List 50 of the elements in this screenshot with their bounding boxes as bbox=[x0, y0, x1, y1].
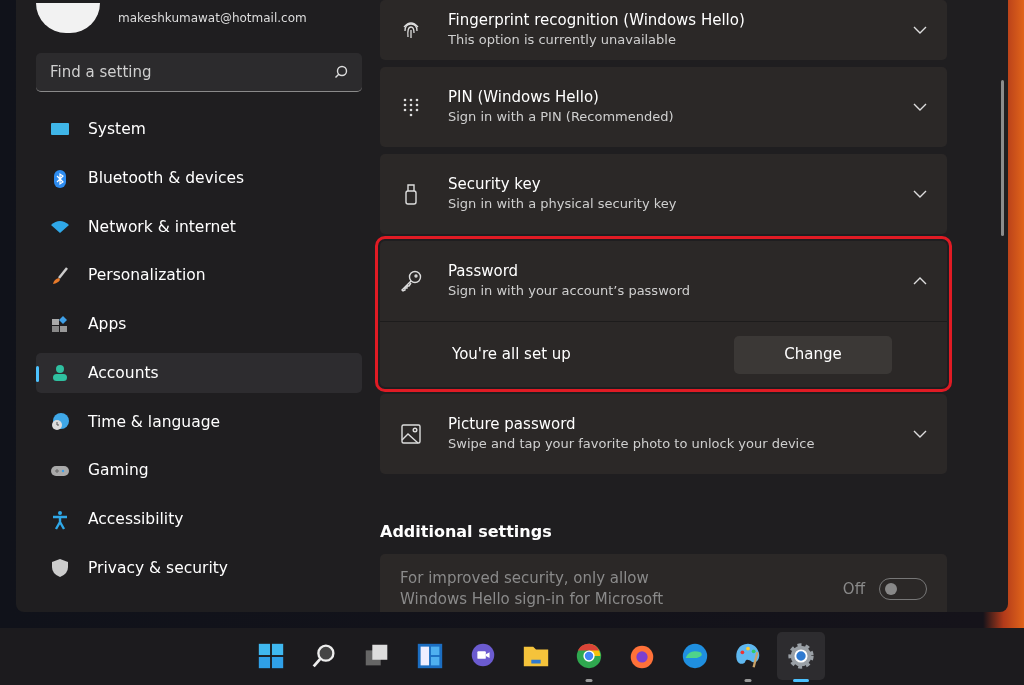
chevron-up-icon[interactable] bbox=[913, 277, 927, 285]
nav-item[interactable]: Accounts bbox=[36, 353, 362, 394]
option-description: Swipe and tap your favorite photo to unlock your device bbox=[448, 434, 815, 453]
shield-icon bbox=[50, 558, 70, 579]
windows-logo-icon bbox=[256, 641, 286, 671]
taskbar-button[interactable] bbox=[777, 632, 825, 680]
nav-item[interactable]: Apps bbox=[36, 304, 362, 345]
accessibility-icon bbox=[50, 509, 70, 530]
nav-item[interactable]: Gaming bbox=[36, 450, 362, 491]
chevron-down-icon[interactable] bbox=[913, 26, 927, 34]
search-field[interactable]: Find a setting bbox=[36, 53, 362, 92]
search-icon bbox=[334, 65, 348, 79]
nav-item[interactable]: Privacy & security bbox=[36, 548, 362, 589]
option-description: Sign in with your account’s password bbox=[448, 281, 691, 300]
option-title: Security key bbox=[448, 174, 542, 194]
change-button[interactable]: Change bbox=[734, 335, 892, 374]
nav-item[interactable]: Bluetooth & devices bbox=[36, 158, 362, 199]
picture-icon bbox=[400, 423, 422, 445]
chevron-down-icon[interactable] bbox=[913, 103, 927, 111]
status-text: You're all set up bbox=[452, 344, 571, 366]
chevron-down-icon[interactable] bbox=[913, 430, 927, 438]
avatar bbox=[36, 3, 100, 33]
wave-globe-icon bbox=[680, 641, 710, 671]
widgets-icon bbox=[415, 641, 445, 671]
option-title: PIN (Windows Hello) bbox=[448, 87, 600, 107]
apps-icon bbox=[50, 314, 70, 335]
option-title: Picture password bbox=[448, 414, 577, 434]
option-description: This option is currently unavailable bbox=[448, 30, 677, 49]
option-title: Fingerprint recognition (Windows Hello) bbox=[448, 10, 745, 30]
section-heading: Additional settings bbox=[380, 521, 553, 543]
nav-item[interactable]: Personalization bbox=[36, 256, 362, 297]
globe-clock-icon bbox=[50, 412, 70, 433]
option-title: Password bbox=[448, 261, 520, 281]
option-description: Sign in with a physical security key bbox=[448, 194, 677, 213]
nav-item[interactable]: System bbox=[36, 110, 362, 150]
person-icon bbox=[50, 363, 70, 384]
selection-indicator bbox=[36, 366, 39, 383]
option-description: Sign in with a PIN (Recommended) bbox=[448, 107, 674, 126]
gear-icon bbox=[786, 641, 816, 671]
toggle-state: Off bbox=[842, 578, 865, 600]
nav-item[interactable]: Network & internet bbox=[36, 207, 362, 248]
paintbrush-icon bbox=[50, 266, 70, 287]
nav-item[interactable]: Accessibility bbox=[36, 499, 362, 540]
option-label: For improved security, only allow Windows Hello sign-in for Microsoft bbox=[400, 568, 665, 610]
scrollbar[interactable] bbox=[1001, 80, 1004, 236]
chevron-down-icon[interactable] bbox=[913, 190, 927, 198]
key-icon bbox=[400, 270, 422, 292]
account-email: makeshkumawat@hotmail.com bbox=[118, 10, 307, 27]
nav-item[interactable]: Time & language bbox=[36, 402, 362, 443]
browser-circle-icon bbox=[574, 641, 604, 671]
